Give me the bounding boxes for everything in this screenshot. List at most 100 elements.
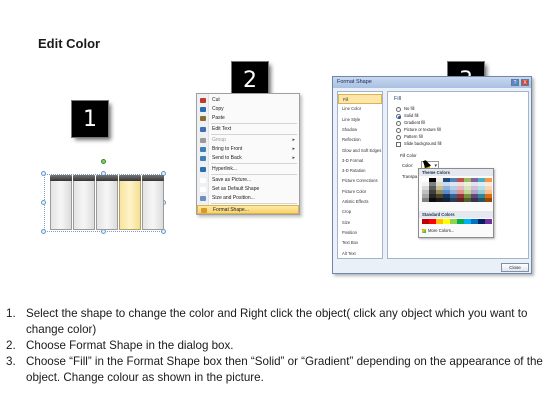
theme-color-swatch[interactable]: [457, 182, 464, 186]
theme-color-swatch[interactable]: [471, 198, 478, 202]
resize-handle-tl[interactable]: [41, 171, 46, 176]
theme-color-swatch[interactable]: [471, 194, 478, 198]
standard-color-swatch[interactable]: [429, 219, 436, 224]
theme-color-swatch[interactable]: [478, 178, 485, 182]
dialog-nav-reflection[interactable]: Reflection: [338, 135, 382, 145]
theme-color-swatch[interactable]: [443, 198, 450, 202]
dialog-nav-3-d-format[interactable]: 3-D Format: [338, 156, 382, 166]
theme-color-swatch[interactable]: [422, 186, 429, 190]
theme-color-swatch[interactable]: [443, 186, 450, 190]
menu-item-hyperlink[interactable]: Hyperlink...: [197, 165, 299, 174]
dialog-nav-crop[interactable]: Crop: [338, 207, 382, 217]
menu-item-copy[interactable]: Copy: [197, 105, 299, 114]
menu-item-group[interactable]: Group ▸: [197, 136, 299, 145]
standard-color-swatch[interactable]: [450, 219, 457, 224]
menu-item-bring-to-front[interactable]: Bring to Front ▸: [197, 145, 299, 154]
theme-color-swatch[interactable]: [429, 186, 436, 190]
theme-color-swatch[interactable]: [422, 190, 429, 194]
theme-color-swatch[interactable]: [429, 198, 436, 202]
menu-item-cut[interactable]: Cut: [197, 96, 299, 105]
theme-color-swatch[interactable]: [478, 198, 485, 202]
theme-color-swatch[interactable]: [464, 178, 471, 182]
theme-color-swatch[interactable]: [422, 198, 429, 202]
theme-color-swatch[interactable]: [443, 190, 450, 194]
theme-color-swatch[interactable]: [422, 178, 429, 182]
shape-column-2[interactable]: [73, 175, 95, 230]
theme-color-swatch[interactable]: [471, 178, 478, 182]
menu-item-size-and-position[interactable]: Size and Position...: [197, 194, 299, 203]
standard-color-swatch[interactable]: [443, 219, 450, 224]
theme-color-swatch[interactable]: [429, 190, 436, 194]
theme-color-swatch[interactable]: [450, 194, 457, 198]
theme-color-swatch[interactable]: [450, 198, 457, 202]
theme-color-swatch[interactable]: [457, 198, 464, 202]
shape-column-4-selected[interactable]: [119, 175, 141, 230]
theme-color-swatch[interactable]: [422, 194, 429, 198]
menu-item-set-as-default-shape[interactable]: Set as Default Shape: [197, 185, 299, 194]
theme-color-swatch[interactable]: [457, 194, 464, 198]
dialog-nav-shadow[interactable]: Shadow: [338, 125, 382, 135]
theme-color-swatch[interactable]: [443, 182, 450, 186]
theme-color-swatch[interactable]: [464, 186, 471, 190]
menu-item-format-shape[interactable]: Format Shape...: [197, 205, 299, 214]
dialog-nav-fill[interactable]: Fill: [338, 94, 382, 104]
pattern-fill-option[interactable]: Pattern fill: [396, 134, 423, 140]
theme-color-swatch[interactable]: [485, 186, 492, 190]
menu-item-paste[interactable]: Paste: [197, 114, 299, 123]
dialog-nav-line-style[interactable]: Line Style: [338, 115, 382, 125]
dialog-nav-text-box[interactable]: Text Box: [338, 238, 382, 248]
theme-color-swatch[interactable]: [450, 178, 457, 182]
theme-color-swatch[interactable]: [422, 182, 429, 186]
dialog-nav-picture-color[interactable]: Picture Color: [338, 187, 382, 197]
theme-color-swatch[interactable]: [485, 194, 492, 198]
standard-color-swatch[interactable]: [457, 219, 464, 224]
theme-color-swatch[interactable]: [471, 186, 478, 190]
theme-color-swatch[interactable]: [443, 194, 450, 198]
slide-background-fill-option[interactable]: Slide background fill: [396, 141, 441, 147]
theme-color-swatch[interactable]: [450, 186, 457, 190]
close-button[interactable]: Close: [501, 263, 529, 272]
standard-color-swatch[interactable]: [478, 219, 485, 224]
theme-color-swatch[interactable]: [436, 198, 443, 202]
solid-fill-option[interactable]: Solid fill: [396, 113, 418, 119]
standard-color-swatch[interactable]: [422, 219, 429, 224]
theme-color-swatch[interactable]: [429, 194, 436, 198]
theme-color-swatch[interactable]: [478, 186, 485, 190]
selected-shape-group[interactable]: [41, 159, 166, 234]
theme-color-swatch[interactable]: [450, 190, 457, 194]
resize-handle-ml[interactable]: [41, 200, 46, 205]
theme-color-swatch[interactable]: [478, 182, 485, 186]
theme-color-swatch[interactable]: [436, 194, 443, 198]
menu-item-save-as-picture[interactable]: Save as Picture...: [197, 176, 299, 185]
theme-color-swatch[interactable]: [457, 186, 464, 190]
theme-color-swatch[interactable]: [485, 198, 492, 202]
dialog-nav-position[interactable]: Position: [338, 228, 382, 238]
dialog-nav-alt-text[interactable]: Alt Text: [338, 249, 382, 259]
theme-color-swatch[interactable]: [436, 182, 443, 186]
gradient-fill-option[interactable]: Gradient fill: [396, 120, 425, 126]
theme-color-swatch[interactable]: [436, 190, 443, 194]
theme-color-swatch[interactable]: [485, 178, 492, 182]
close-window-button[interactable]: X: [521, 79, 529, 86]
standard-color-swatch[interactable]: [464, 219, 471, 224]
theme-color-swatch[interactable]: [450, 182, 457, 186]
dialog-nav-3-d-rotation[interactable]: 3-D Rotation: [338, 166, 382, 176]
dialog-nav-picture-corrections[interactable]: Picture Corrections: [338, 176, 382, 186]
theme-color-swatch[interactable]: [464, 194, 471, 198]
dialog-nav-glow-and-soft-edges[interactable]: Glow and Soft Edges: [338, 146, 382, 156]
theme-color-swatch[interactable]: [464, 190, 471, 194]
theme-color-swatch[interactable]: [471, 190, 478, 194]
theme-color-swatch[interactable]: [471, 182, 478, 186]
dialog-nav-line-color[interactable]: Line Color: [338, 104, 382, 114]
standard-color-swatch[interactable]: [485, 219, 492, 224]
dialog-nav-artistic-effects[interactable]: Artistic Effects: [338, 197, 382, 207]
theme-color-swatch[interactable]: [436, 186, 443, 190]
theme-color-swatch[interactable]: [457, 190, 464, 194]
standard-color-swatch[interactable]: [436, 219, 443, 224]
resize-handle-bl[interactable]: [41, 229, 46, 234]
shape-column-5[interactable]: [142, 175, 164, 230]
theme-color-swatch[interactable]: [443, 178, 450, 182]
theme-color-swatch[interactable]: [485, 190, 492, 194]
help-button[interactable]: ?: [511, 79, 519, 86]
standard-color-swatch[interactable]: [471, 219, 478, 224]
